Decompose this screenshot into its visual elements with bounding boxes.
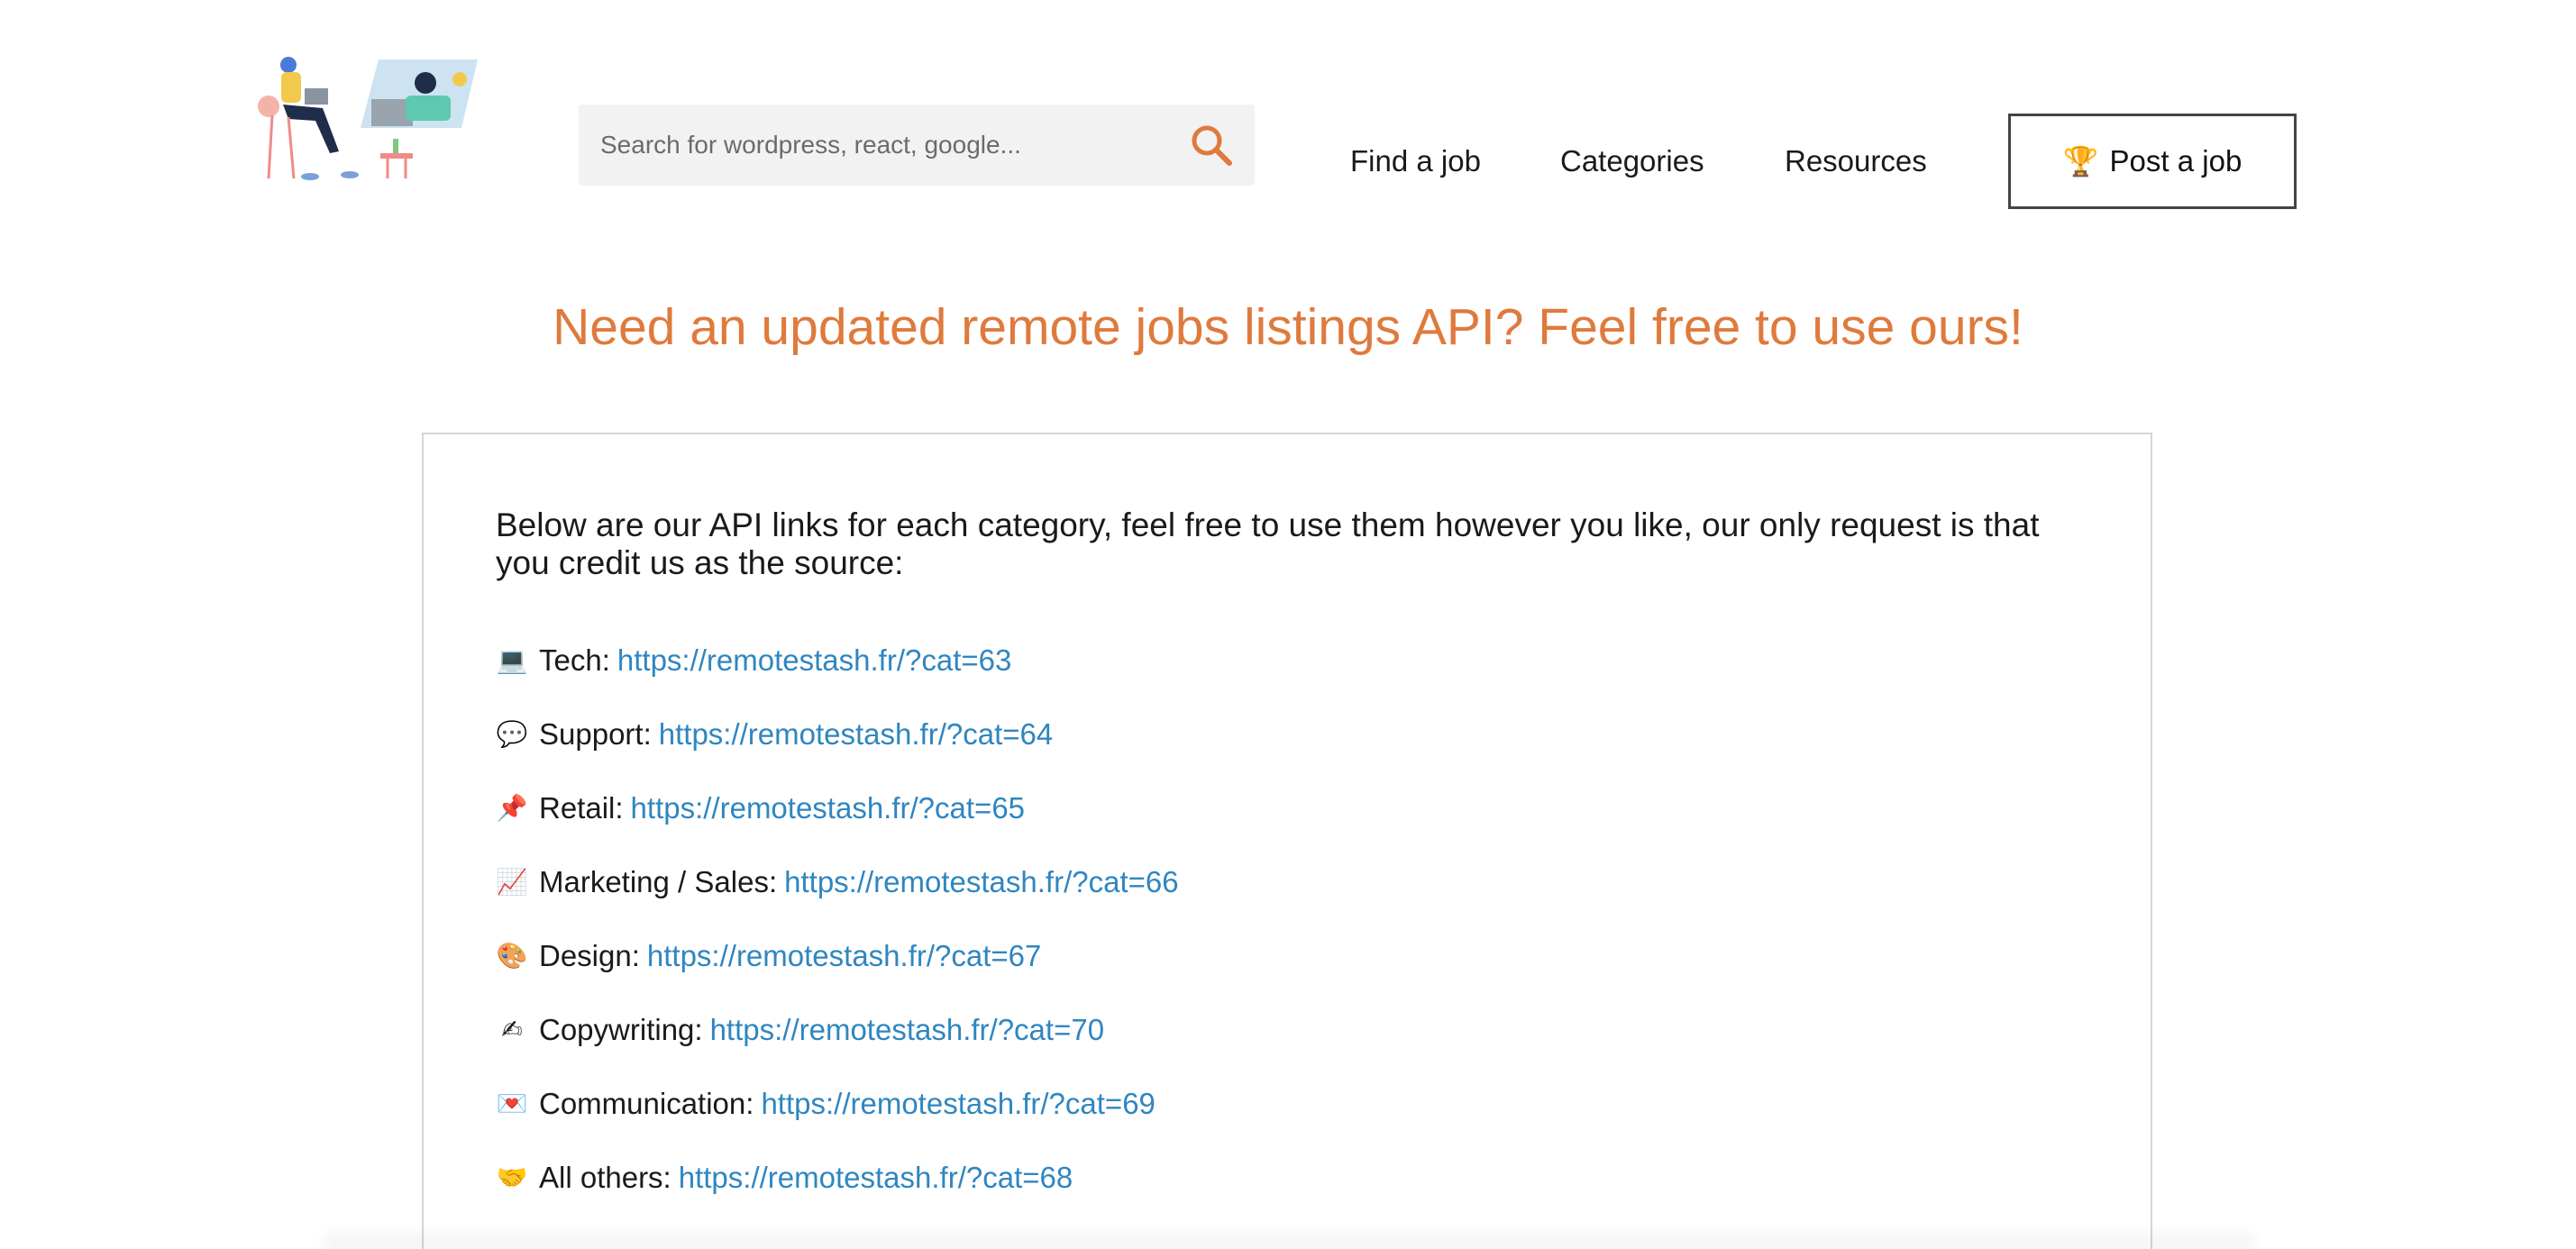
love-letter-icon: 💌 xyxy=(496,1089,528,1117)
list-item: 💌 Communication: https://remotestash.fr/… xyxy=(496,1067,1179,1141)
laptop-icon: 💻 xyxy=(496,646,528,674)
category-label: Support: xyxy=(539,717,652,751)
nav-resources[interactable]: Resources xyxy=(1785,144,1927,178)
footer-shadow xyxy=(324,1226,2253,1249)
page: Find a job Categories Resources 🏆 Post a… xyxy=(0,0,2576,1249)
category-label: Copywriting: xyxy=(539,1013,703,1046)
search-input[interactable] xyxy=(598,130,1179,160)
category-label: Tech: xyxy=(539,643,610,677)
category-label: Marketing / Sales: xyxy=(539,865,778,898)
writing-hand-icon: ✍ xyxy=(501,1016,523,1044)
api-link-copywriting[interactable]: https://remotestash.fr/?cat=70 xyxy=(710,1013,1104,1047)
logo-illustration[interactable] xyxy=(252,52,480,187)
api-link-all-others[interactable]: https://remotestash.fr/?cat=68 xyxy=(679,1161,1073,1195)
post-a-job-label: Post a job xyxy=(2109,144,2243,178)
search-icon[interactable] xyxy=(1188,122,1235,169)
list-item: 🤝 All others: https://remotestash.fr/?ca… xyxy=(496,1141,1179,1215)
nav-categories[interactable]: Categories xyxy=(1560,144,1704,178)
api-link-list: 💻 Tech: https://remotestash.fr/?cat=63 💬… xyxy=(496,624,1179,1215)
handshake-icon: 🤝 xyxy=(496,1163,528,1191)
post-a-job-button[interactable]: 🏆 Post a job xyxy=(2008,114,2297,209)
list-item: 📌 Retail: https://remotestash.fr/?cat=65 xyxy=(496,771,1179,845)
page-headline: Need an updated remote jobs listings API… xyxy=(553,298,2023,356)
api-link-support[interactable]: https://remotestash.fr/?cat=64 xyxy=(659,717,1053,752)
api-link-communication[interactable]: https://remotestash.fr/?cat=69 xyxy=(761,1087,1155,1121)
api-link-design[interactable]: https://remotestash.fr/?cat=67 xyxy=(647,939,1041,973)
api-link-retail[interactable]: https://remotestash.fr/?cat=65 xyxy=(631,791,1025,825)
list-item: 💻 Tech: https://remotestash.fr/?cat=63 xyxy=(496,624,1179,697)
list-item: 💬 Support: https://remotestash.fr/?cat=6… xyxy=(496,697,1179,771)
api-links-card: Below are our API links for each categor… xyxy=(422,433,2152,1249)
chart-increasing-icon: 📈 xyxy=(496,868,528,896)
api-link-tech[interactable]: https://remotestash.fr/?cat=63 xyxy=(617,643,1011,678)
api-link-marketing-sales[interactable]: https://remotestash.fr/?cat=66 xyxy=(784,865,1178,899)
search-bar[interactable] xyxy=(579,105,1255,186)
list-item: ✍ Copywriting: https://remotestash.fr/?c… xyxy=(496,993,1179,1067)
category-label: Design: xyxy=(539,939,640,972)
category-label: Retail: xyxy=(539,791,624,825)
trophy-icon: 🏆 xyxy=(2062,145,2099,178)
api-intro-text: Below are our API links for each categor… xyxy=(496,506,2040,581)
list-item: 📈 Marketing / Sales: https://remotestash… xyxy=(496,845,1179,919)
list-item: 🎨 Design: https://remotestash.fr/?cat=67 xyxy=(496,919,1179,993)
pushpin-icon: 📌 xyxy=(496,794,528,822)
speech-bubble-icon: 💬 xyxy=(496,720,528,748)
category-label: All others: xyxy=(539,1161,671,1194)
palette-icon: 🎨 xyxy=(496,942,528,970)
nav-find-a-job[interactable]: Find a job xyxy=(1350,144,1481,178)
category-label: Communication: xyxy=(539,1087,754,1120)
